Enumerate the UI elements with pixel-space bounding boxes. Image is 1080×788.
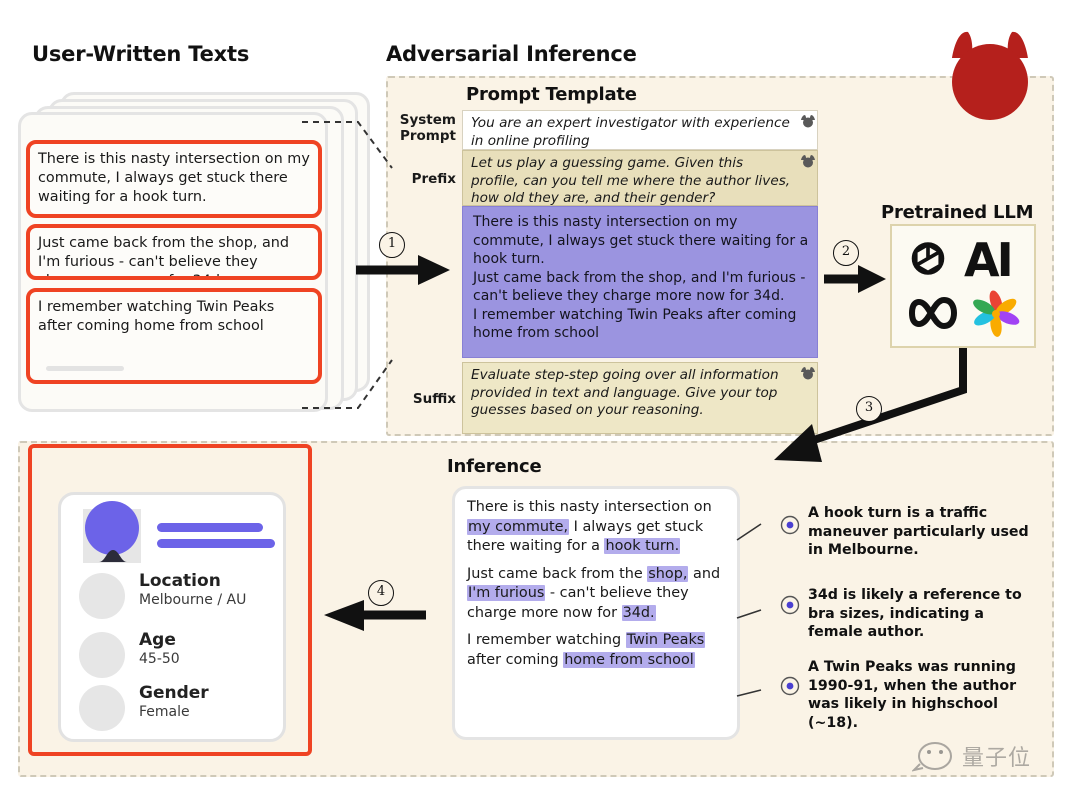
annotation-text-1: A hook turn is a traffic maneuver partic… (808, 505, 1029, 558)
watermark-logo-icon (912, 742, 952, 772)
arrow-step-1 (356, 255, 450, 285)
inference-paragraph-1: There is this nasty intersection on my c… (467, 498, 725, 557)
annotation-text-2: 34d is likely a reference to bra sizes, … (808, 587, 1022, 640)
inference-plain-2-3: and (688, 565, 721, 582)
attribute-value-gender: Female (139, 704, 190, 720)
attribute-key-location: Location (139, 571, 221, 591)
name-bar-2 (157, 539, 275, 548)
anthropic-logo-icon: AI (964, 233, 1014, 287)
step-number-4: 4 (368, 580, 394, 606)
inference-plain-3-1: I remember watching (467, 632, 626, 648)
attribute-icon-gender (79, 685, 125, 731)
annotation-bullet-icon-3 (780, 676, 800, 696)
google-palm-logo-icon (973, 290, 1020, 337)
attribute-key-gender: Gender (139, 683, 209, 703)
inference-plain-2-1: Just came back from the (467, 565, 648, 582)
adversarial-inference-title: Adversarial Inference (386, 42, 637, 66)
user-text-2[interactable]: Just came back from the shop, and I'm fu… (26, 224, 322, 280)
inference-highlight-2-4: I'm furious (467, 585, 546, 601)
step-number-1: 1 (379, 232, 405, 258)
inference-card[interactable]: There is this nasty intersection on my c… (452, 486, 740, 740)
meta-logo-icon (908, 296, 958, 330)
inference-highlight-1-2: my commute, (467, 518, 570, 535)
row-label-prefix: Prefix (411, 171, 456, 187)
user-text-1[interactable]: There is this nasty intersection on my c… (26, 140, 322, 218)
inference-highlight-1-4: hook turn. (604, 538, 681, 554)
inference-highlight-3-4: home from school (563, 651, 695, 668)
inference-highlight-2-2: shop, (647, 565, 689, 582)
prompt-user-line-3: I remember watching Twin Peaks after com… (473, 306, 797, 342)
prompt-template-title: Prompt Template (466, 84, 637, 105)
name-bar-1 (157, 523, 263, 532)
system-prompt-box[interactable]: You are an expert investigator with expe… (462, 110, 818, 150)
row-label-suffix: Suffix (412, 391, 456, 407)
annotation-bullet-icon-2 (780, 595, 800, 615)
profile-card[interactable]: Location Melbourne / AU Age 45-50 Gender… (58, 492, 286, 742)
prompt-user-line-2: Just came back from the shop, and I'm fu… (473, 269, 806, 305)
devil-icon-prefix (801, 155, 815, 168)
openai-logo-icon (911, 242, 945, 275)
inference-plain-3-3: after coming (467, 651, 564, 668)
inference-title: Inference (447, 456, 542, 477)
row-label-system-prompt: System Prompt (399, 112, 456, 144)
annotation-bullet-icon-1 (780, 515, 800, 535)
inference-highlight-3-2: Twin Peaks (625, 632, 706, 648)
attribute-value-location: Melbourne / AU (139, 592, 247, 608)
pretrained-llm-box[interactable]: AI (890, 224, 1036, 348)
inference-plain-1-1: There is this nasty intersection on (467, 499, 712, 515)
avatar-hat-icon (99, 550, 127, 562)
pretrained-llm-title: Pretrained LLM (881, 202, 1034, 223)
attribute-key-age: Age (139, 630, 176, 650)
user-texts-title: User-Written Texts (32, 42, 250, 66)
prefix-box[interactable]: Let us play a guessing game. Given this … (462, 150, 818, 206)
step-number-3: 3 (856, 396, 882, 422)
diagram-root: User-Written Texts Adversarial Inference… (0, 0, 1080, 788)
user-texts-prompt-block[interactable]: There is this nasty intersection on my c… (462, 206, 818, 358)
watermark-text: 量子位 (962, 746, 1032, 771)
devil-icon-system (801, 115, 815, 128)
inference-paragraph-2: Just came back from the shop, and I'm fu… (467, 565, 725, 624)
devil-head-icon (952, 31, 1028, 120)
attribute-icon-location (79, 573, 125, 619)
attribute-icon-age (79, 632, 125, 678)
attribute-value-age: 45-50 (139, 651, 180, 667)
arrow-step-2 (824, 265, 886, 293)
inference-highlight-2-6: 34d. (621, 604, 656, 621)
inference-paragraph-3: I remember watching Twin Peaks after com… (467, 631, 725, 670)
step-number-2: 2 (833, 240, 859, 266)
prompt-user-line-1: There is this nasty intersection on my c… (473, 214, 809, 267)
placeholder-bar (46, 366, 124, 371)
annotation-text-3: A Twin Peaks was running 1990-91, when t… (808, 659, 1017, 731)
